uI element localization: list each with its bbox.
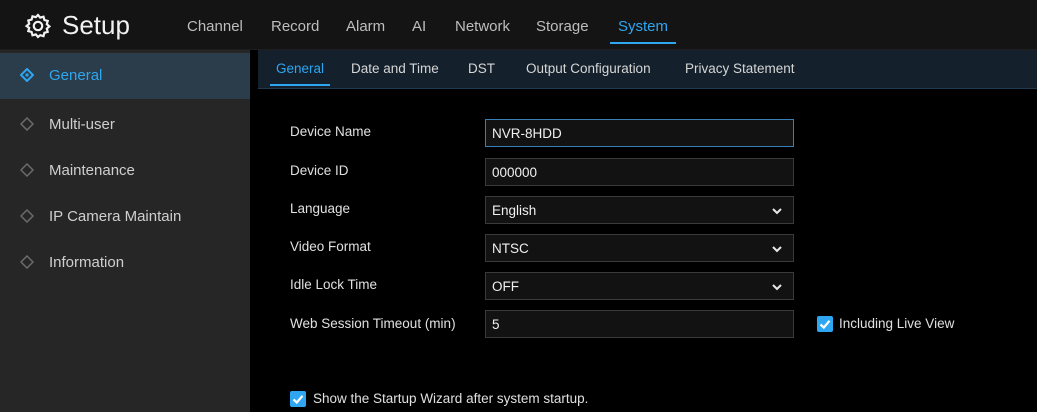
- chevron-down-icon: [772, 246, 782, 253]
- sidebar-item-label: Information: [49, 254, 125, 271]
- including-live-view-checkbox[interactable]: [817, 316, 833, 332]
- language-select[interactable]: English: [485, 196, 794, 224]
- sidebar-item-label: Maintenance: [49, 162, 135, 179]
- page-title: Setup: [62, 10, 130, 40]
- diamond-icon: [20, 255, 34, 269]
- gear-icon: [24, 12, 52, 39]
- sidebar-item-maintenance[interactable]: Maintenance: [0, 148, 250, 194]
- video-format-value: NTSC: [492, 241, 529, 256]
- web-session-timeout-input[interactable]: 5: [485, 310, 794, 338]
- startup-wizard-label: Show the Startup Wizard after system sta…: [313, 391, 589, 406]
- startup-wizard-checkbox[interactable]: [290, 391, 306, 407]
- nav-storage[interactable]: Storage: [536, 18, 589, 35]
- device-id-value: 000000: [492, 165, 538, 180]
- tab-privacy-statement[interactable]: Privacy Statement: [685, 61, 795, 76]
- top-bar: Setup Channel Record Alarm AI Network St…: [0, 0, 1037, 50]
- sidebar-item-label: IP Camera Maintain: [49, 208, 182, 225]
- sidebar: General Multi-user Maintenance IP Camera…: [0, 50, 250, 412]
- chevron-down-icon: [772, 208, 782, 215]
- device-name-input[interactable]: NVR-8HDD: [485, 119, 794, 147]
- device-name-value: NVR-8HDD: [492, 126, 562, 141]
- tab-dst[interactable]: DST: [468, 61, 495, 76]
- including-live-view-label: Including Live View: [839, 316, 955, 331]
- language-value: English: [492, 203, 537, 218]
- diamond-icon: [20, 163, 34, 177]
- nav-alarm[interactable]: Alarm: [346, 18, 385, 35]
- tab-output-configuration[interactable]: Output Configuration: [526, 61, 651, 76]
- tab-active-underline: [270, 84, 331, 86]
- nav-active-underline: [610, 42, 677, 44]
- sidebar-item-general[interactable]: General: [0, 53, 250, 99]
- nav-channel[interactable]: Channel: [187, 18, 243, 35]
- tab-general-label: General: [276, 61, 325, 76]
- nav-ai[interactable]: AI: [412, 18, 426, 35]
- checkmark-icon: [292, 395, 304, 405]
- nav-system-label: System: [618, 18, 669, 35]
- device-name-label: Device Name: [290, 124, 372, 139]
- diamond-icon: [20, 68, 34, 82]
- diamond-icon: [20, 209, 34, 223]
- sidebar-item-label: General: [49, 67, 103, 84]
- brand: Setup: [24, 10, 130, 41]
- sidebar-item-label: Multi-user: [49, 116, 115, 133]
- language-label: Language: [290, 201, 351, 216]
- tab-date-and-time[interactable]: Date and Time: [351, 61, 439, 76]
- sidebar-item-multi-user[interactable]: Multi-user: [0, 102, 250, 148]
- main-panel: General Date and Time DST Output Configu…: [250, 50, 1037, 412]
- nav-system[interactable]: System: [610, 18, 677, 44]
- nav-record[interactable]: Record: [271, 18, 319, 35]
- chevron-down-icon: [772, 284, 782, 291]
- video-format-select[interactable]: NTSC: [485, 234, 794, 262]
- sidebar-item-ip-camera-maintain[interactable]: IP Camera Maintain: [0, 194, 250, 240]
- sidebar-item-information[interactable]: Information: [0, 240, 250, 286]
- device-id-input[interactable]: 000000: [485, 158, 794, 186]
- web-session-timeout-value: 5: [492, 317, 500, 332]
- device-id-label: Device ID: [290, 163, 349, 178]
- nav-network[interactable]: Network: [455, 18, 510, 35]
- idle-lock-time-value: OFF: [492, 279, 519, 294]
- sub-tabs: General Date and Time DST Output Configu…: [258, 50, 1037, 89]
- tab-general[interactable]: General: [270, 61, 331, 86]
- idle-lock-time-select[interactable]: OFF: [485, 272, 794, 300]
- diamond-icon: [20, 117, 34, 131]
- idle-lock-time-label: Idle Lock Time: [290, 277, 378, 292]
- video-format-label: Video Format: [290, 239, 371, 254]
- web-session-timeout-label: Web Session Timeout (min): [290, 316, 456, 331]
- checkmark-icon: [819, 320, 831, 330]
